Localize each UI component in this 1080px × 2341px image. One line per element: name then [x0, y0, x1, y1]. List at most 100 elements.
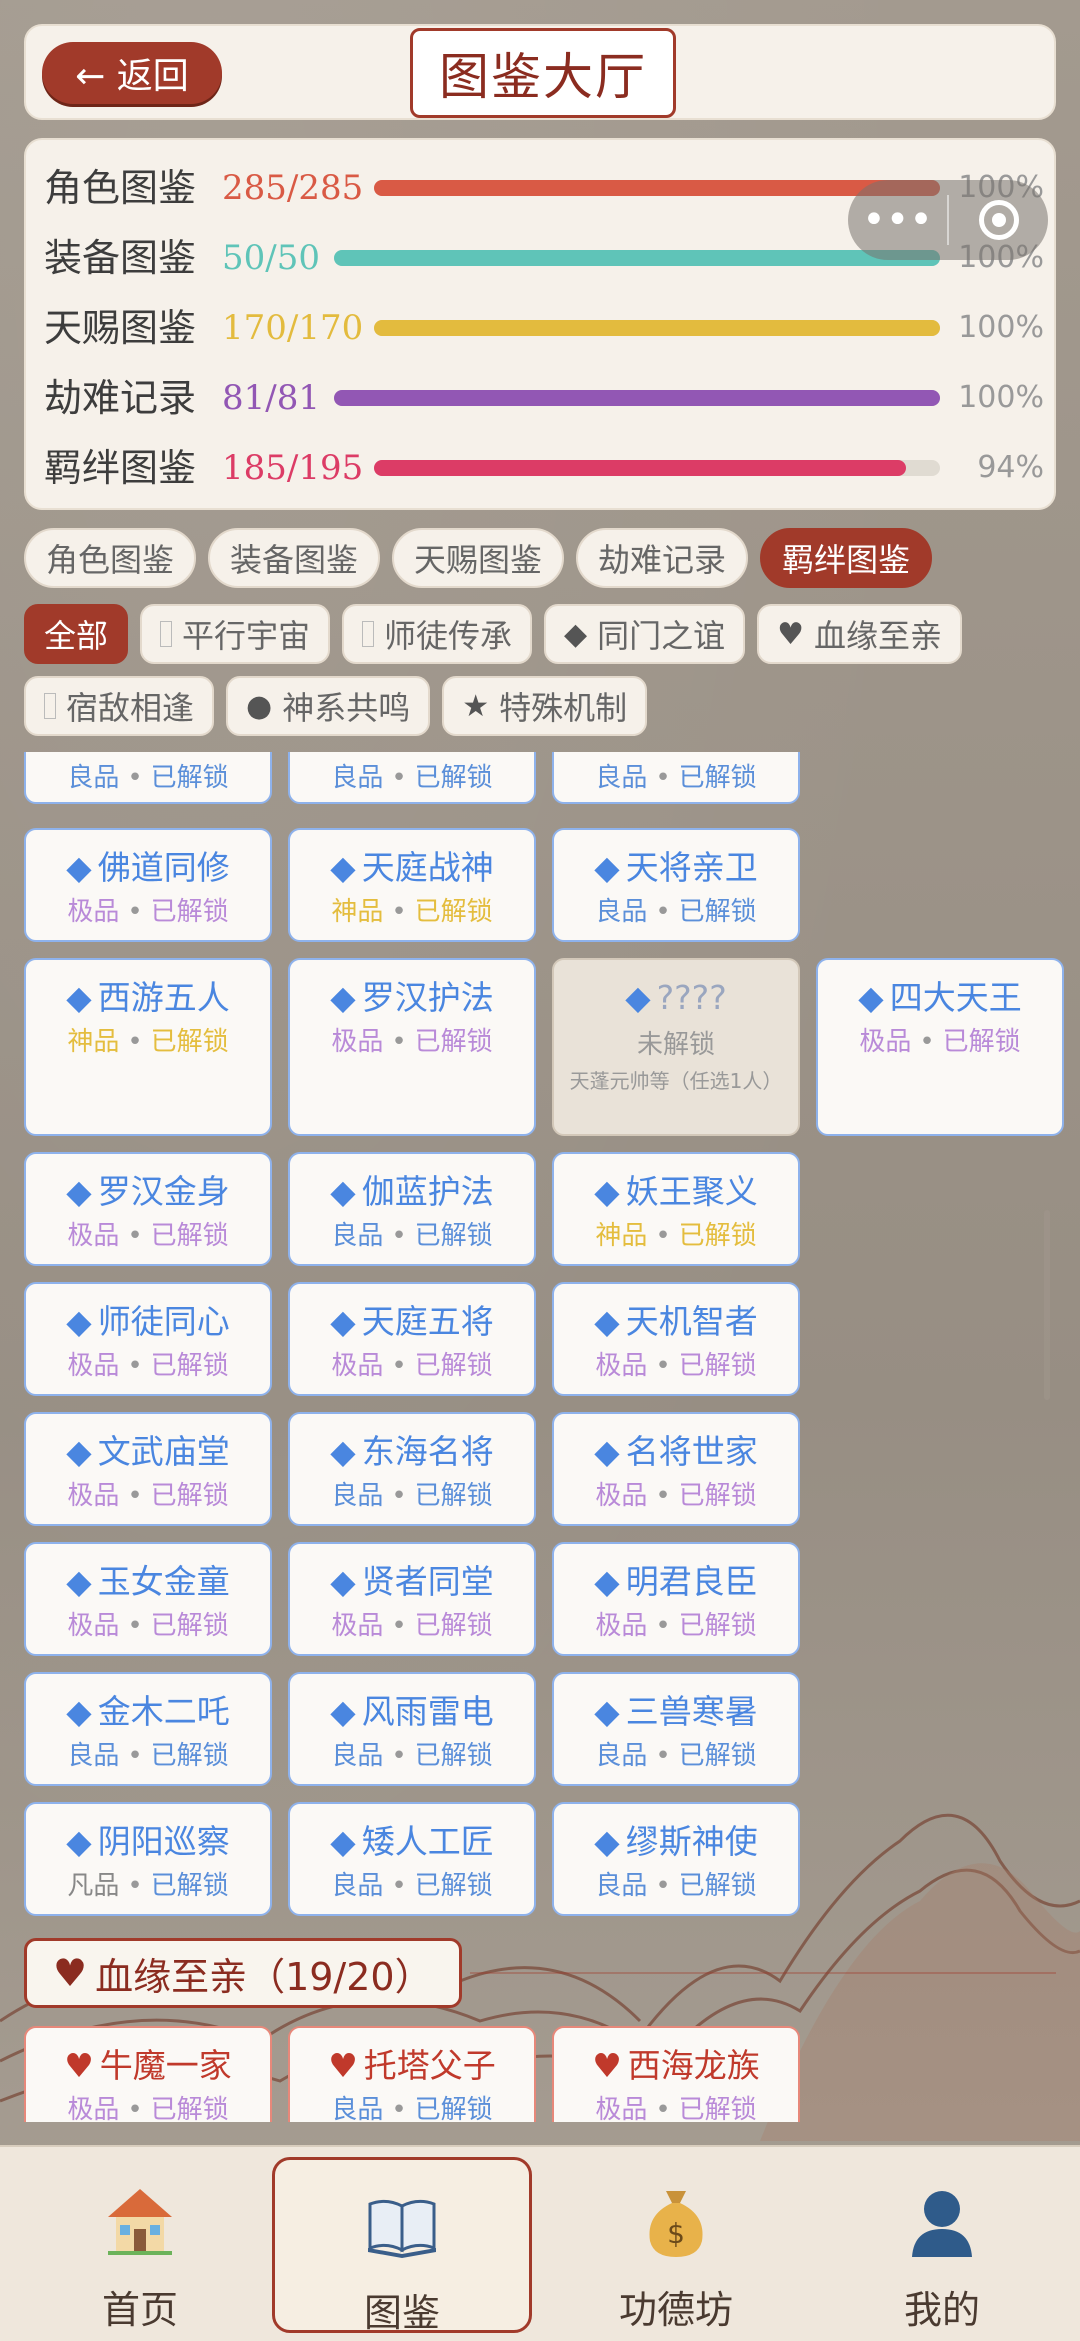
bond-card[interactable]: ◆ 西游五人 神品 • 已解锁	[24, 958, 272, 1136]
bond-card[interactable]: ◆ 伽蓝护法 良品 • 已解锁	[288, 1152, 536, 1266]
section-divider	[470, 1972, 1056, 1974]
bond-card[interactable]: ◆ 天庭战神 神品 • 已解锁	[288, 828, 536, 942]
filter-label: 平行宇宙	[182, 617, 311, 655]
stat-label: 劫难记录	[44, 376, 197, 420]
filter-all[interactable]: 全部	[24, 604, 129, 664]
stat-count: 170/170	[222, 308, 364, 348]
rarity-label: 良品	[595, 897, 648, 927]
unlock-status: 已解锁	[414, 2095, 493, 2122]
close-miniprogram-button[interactable]	[949, 200, 1048, 240]
unlock-status: 已解锁	[414, 1611, 493, 1641]
bond-card[interactable]: ◆ 师徒同心 极品 • 已解锁	[24, 1282, 272, 1396]
bond-card[interactable]: ◆ 阴阳巡察 凡品 • 已解锁	[24, 1802, 272, 1916]
scrollbar[interactable]	[1044, 1210, 1050, 1400]
unlock-status: 已解锁	[150, 763, 229, 793]
bond-card[interactable]: ◆ 文武庙堂 极品 • 已解锁	[24, 1412, 272, 1526]
diamond-icon: ◆	[594, 848, 620, 887]
filter-parallel-universe[interactable]: 平行宇宙	[140, 604, 331, 664]
separator-dot: •	[655, 897, 671, 927]
rarity-label: 良品	[331, 1871, 384, 1901]
bond-card[interactable]: 良品 • 已解锁	[288, 752, 536, 804]
bond-card[interactable]: ◆ 妖王聚义 神品 • 已解锁	[552, 1152, 800, 1266]
tab-bonds[interactable]: 羁绊图鉴	[760, 528, 933, 588]
tab-characters[interactable]: 角色图鉴	[24, 528, 197, 588]
unlock-status: 已解锁	[150, 2095, 229, 2122]
filter-fellow-disciples[interactable]: ◆ 同门之谊	[544, 604, 746, 664]
tab-calamities[interactable]: 劫难记录	[576, 528, 749, 588]
separator-dot: •	[391, 1221, 407, 1251]
stat-percent: 100%	[958, 310, 1044, 345]
rarity-label: 良品	[331, 1741, 384, 1771]
miniprogram-capsule: •••	[848, 180, 1048, 260]
separator-dot: •	[127, 1611, 143, 1641]
bond-card[interactable]: ◆ 缪斯神使 良品 • 已解锁	[552, 1802, 800, 1916]
bond-card[interactable]: ♥ 牛魔一家 极品 • 已解锁	[24, 2026, 272, 2122]
separator-dot: •	[391, 2095, 407, 2122]
filter-god-resonance[interactable]: ● 神系共鸣	[226, 676, 431, 736]
back-button[interactable]: ← 返回	[42, 42, 222, 104]
bond-card[interactable]: ◆ 天庭五将 极品 • 已解锁	[288, 1282, 536, 1396]
filter-master-disciple[interactable]: 师徒传承	[342, 604, 533, 664]
filter-rivals[interactable]: 宿敌相逢	[24, 676, 215, 736]
tab-equipment[interactable]: 装备图鉴	[208, 528, 381, 588]
filter-label: 师徒传承	[384, 617, 513, 655]
bond-card[interactable]: ◆ 东海名将 良品 • 已解锁	[288, 1412, 536, 1526]
bond-name: 托塔父子	[363, 2046, 496, 2085]
bond-card[interactable]: ♥ 托塔父子 良品 • 已解锁	[288, 2026, 536, 2122]
bond-card[interactable]: ◆ 风雨雷电 良品 • 已解锁	[288, 1672, 536, 1786]
bond-card[interactable]: ◆ 矮人工匠 良品 • 已解锁	[288, 1802, 536, 1916]
bond-card[interactable]: ◆ 佛道同修 极品 • 已解锁	[24, 828, 272, 942]
bond-card[interactable]: ◆ 名将世家 极品 • 已解锁	[552, 1412, 800, 1526]
bond-list[interactable]: 良品 • 已解锁 良品 • 已解锁 良品 • 已解锁 ◆ 佛道同修 极品 • 已解锁 ◆ 天庭战神 神…	[0, 752, 1080, 2122]
diamond-icon: ◆	[66, 848, 92, 887]
tab-gifts[interactable]: 天赐图鉴	[392, 528, 565, 588]
money-bag-icon: $	[649, 2191, 703, 2257]
separator-dot: •	[391, 1871, 407, 1901]
bond-card[interactable]: ◆ 明君良臣 极品 • 已解锁	[552, 1542, 800, 1656]
rarity-label: 良品	[331, 1481, 384, 1511]
separator-dot: •	[919, 1027, 935, 1057]
stat-count: 285/285	[222, 168, 364, 208]
filter-special[interactable]: ★ 特殊机制	[442, 676, 648, 736]
bond-card[interactable]: ◆ 金木二吒 良品 • 已解锁	[24, 1672, 272, 1786]
bond-card[interactable]: ◆ 贤者同堂 极品 • 已解锁	[288, 1542, 536, 1656]
bond-card[interactable]: ◆ 天机智者 极品 • 已解锁	[552, 1282, 800, 1396]
bond-name: 名将世家	[625, 1432, 758, 1471]
bond-card[interactable]: 良品 • 已解锁	[552, 752, 800, 804]
diamond-icon: ◆	[858, 978, 884, 1017]
rarity-label: 极品	[595, 1611, 648, 1641]
bond-card[interactable]: ♥ 西海龙族 极品 • 已解锁	[552, 2026, 800, 2122]
unlock-status: 未解锁	[636, 1030, 715, 1060]
diamond-icon: ◆	[66, 1692, 92, 1731]
nav-home[interactable]: 首页	[10, 2157, 270, 2333]
bond-card-locked[interactable]: ◆???? 未解锁 天蓬元帅等（任选1人）	[552, 958, 800, 1136]
nav-label: 首页	[101, 2288, 178, 2332]
bond-card[interactable]: ◆ 罗汉金身 极品 • 已解锁	[24, 1152, 272, 1266]
bond-card[interactable]: 良品 • 已解锁	[24, 752, 272, 804]
bond-card[interactable]: ◆ 玉女金童 极品 • 已解锁	[24, 1542, 272, 1656]
separator-dot: •	[391, 1351, 407, 1381]
filter-blood-relatives[interactable]: ♥ 血缘至亲	[757, 604, 963, 664]
rarity-label: 神品	[331, 897, 384, 927]
heart-icon: ♥	[328, 2046, 358, 2085]
separator-dot: •	[127, 897, 143, 927]
rarity-label: 极品	[595, 1481, 648, 1511]
separator-dot: •	[391, 1481, 407, 1511]
diamond-icon: ◆	[564, 616, 588, 652]
nav-collection[interactable]: 图鉴	[272, 2157, 532, 2335]
nav-merit-shop[interactable]: $ 功德坊	[546, 2157, 806, 2333]
more-menu-button[interactable]: •••	[848, 180, 947, 260]
nav-profile[interactable]: 我的	[812, 2157, 1072, 2333]
bond-card[interactable]: ◆ 三兽寒暑 良品 • 已解锁	[552, 1672, 800, 1786]
book-icon	[368, 2199, 436, 2258]
bond-card[interactable]: ◆ 天将亲卫 良品 • 已解锁	[552, 828, 800, 942]
separator-dot: •	[391, 1027, 407, 1057]
bond-card[interactable]: ◆ 四大天王 极品 • 已解锁	[816, 958, 1064, 1136]
bond-name: 缪斯神使	[625, 1822, 758, 1861]
unlock-status: 已解锁	[414, 763, 493, 793]
unlock-status: 已解锁	[414, 1221, 493, 1251]
bond-name: ????	[656, 978, 727, 1017]
stat-label: 装备图鉴	[44, 236, 197, 280]
unlock-status: 已解锁	[678, 897, 757, 927]
bond-card[interactable]: ◆ 罗汉护法 极品 • 已解锁	[288, 958, 536, 1136]
